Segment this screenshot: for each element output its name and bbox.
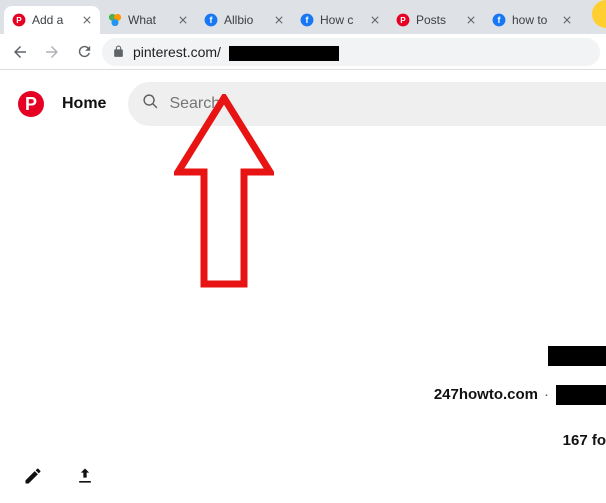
browser-tab-4[interactable]: P Posts bbox=[388, 6, 484, 34]
reload-button[interactable] bbox=[70, 38, 98, 66]
tab-title: How c bbox=[320, 13, 366, 27]
tab-title: Posts bbox=[416, 13, 462, 27]
tab-title: What bbox=[128, 13, 174, 27]
svg-text:f: f bbox=[498, 15, 501, 25]
pinterest-header: P Home bbox=[0, 70, 606, 138]
upload-icon bbox=[75, 466, 95, 486]
profile-website[interactable]: 247howto.com bbox=[434, 386, 538, 403]
favicon-generic-icon bbox=[107, 12, 123, 28]
browser-tab-5[interactable]: f how to bbox=[484, 6, 580, 34]
svg-text:P: P bbox=[400, 16, 406, 25]
browser-tab-3[interactable]: f How c bbox=[292, 6, 388, 34]
forward-button[interactable] bbox=[38, 38, 66, 66]
search-input[interactable] bbox=[169, 95, 606, 113]
pinterest-logo-icon[interactable]: P bbox=[18, 91, 44, 117]
favicon-facebook-icon: f bbox=[491, 12, 507, 28]
tab-close-icon[interactable] bbox=[176, 13, 190, 27]
browser-tab-2[interactable]: f Allbio bbox=[196, 6, 292, 34]
partial-tab-favicon bbox=[592, 0, 606, 28]
profile-website-line: 247howto.com · bbox=[434, 386, 553, 403]
browser-tab-1[interactable]: What bbox=[100, 6, 196, 34]
tab-close-icon[interactable] bbox=[464, 13, 478, 27]
back-button[interactable] bbox=[6, 38, 34, 66]
followers-count: 167 fo bbox=[563, 432, 606, 449]
pencil-icon bbox=[23, 466, 43, 486]
separator-dot: · bbox=[544, 386, 549, 403]
tab-close-icon[interactable] bbox=[368, 13, 382, 27]
url-text: pinterest.com/ bbox=[133, 44, 221, 60]
tab-close-icon[interactable] bbox=[560, 13, 574, 27]
tab-title: Allbio bbox=[224, 13, 270, 27]
tab-close-icon[interactable] bbox=[80, 13, 94, 27]
redacted-url-segment bbox=[229, 46, 339, 61]
lock-icon bbox=[112, 45, 125, 58]
favicon-pinterest-icon: P bbox=[11, 12, 27, 28]
tab-title: how to bbox=[512, 13, 558, 27]
tab-title: Add a bbox=[32, 13, 78, 27]
page-content: P Home 247howto.com · 167 fo bbox=[0, 70, 606, 503]
search-field-wrap[interactable] bbox=[128, 82, 606, 126]
svg-text:P: P bbox=[16, 16, 22, 25]
svg-text:f: f bbox=[306, 15, 309, 25]
redacted-block bbox=[556, 385, 606, 405]
favicon-facebook-icon: f bbox=[299, 12, 315, 28]
home-nav[interactable]: Home bbox=[62, 95, 106, 113]
search-icon bbox=[142, 93, 159, 115]
browser-tab-strip: P Add a What f Allbio f How c P Posts f bbox=[0, 0, 606, 34]
browser-toolbar: pinterest.com/ bbox=[0, 34, 606, 70]
share-button[interactable] bbox=[72, 463, 98, 489]
svg-text:f: f bbox=[210, 15, 213, 25]
address-bar[interactable]: pinterest.com/ bbox=[102, 38, 600, 66]
profile-action-bar bbox=[20, 463, 98, 489]
browser-tab-0[interactable]: P Add a bbox=[4, 6, 100, 34]
redacted-block bbox=[548, 346, 606, 366]
tab-close-icon[interactable] bbox=[272, 13, 286, 27]
favicon-pinterest-icon: P bbox=[395, 12, 411, 28]
edit-button[interactable] bbox=[20, 463, 46, 489]
favicon-facebook-icon: f bbox=[203, 12, 219, 28]
